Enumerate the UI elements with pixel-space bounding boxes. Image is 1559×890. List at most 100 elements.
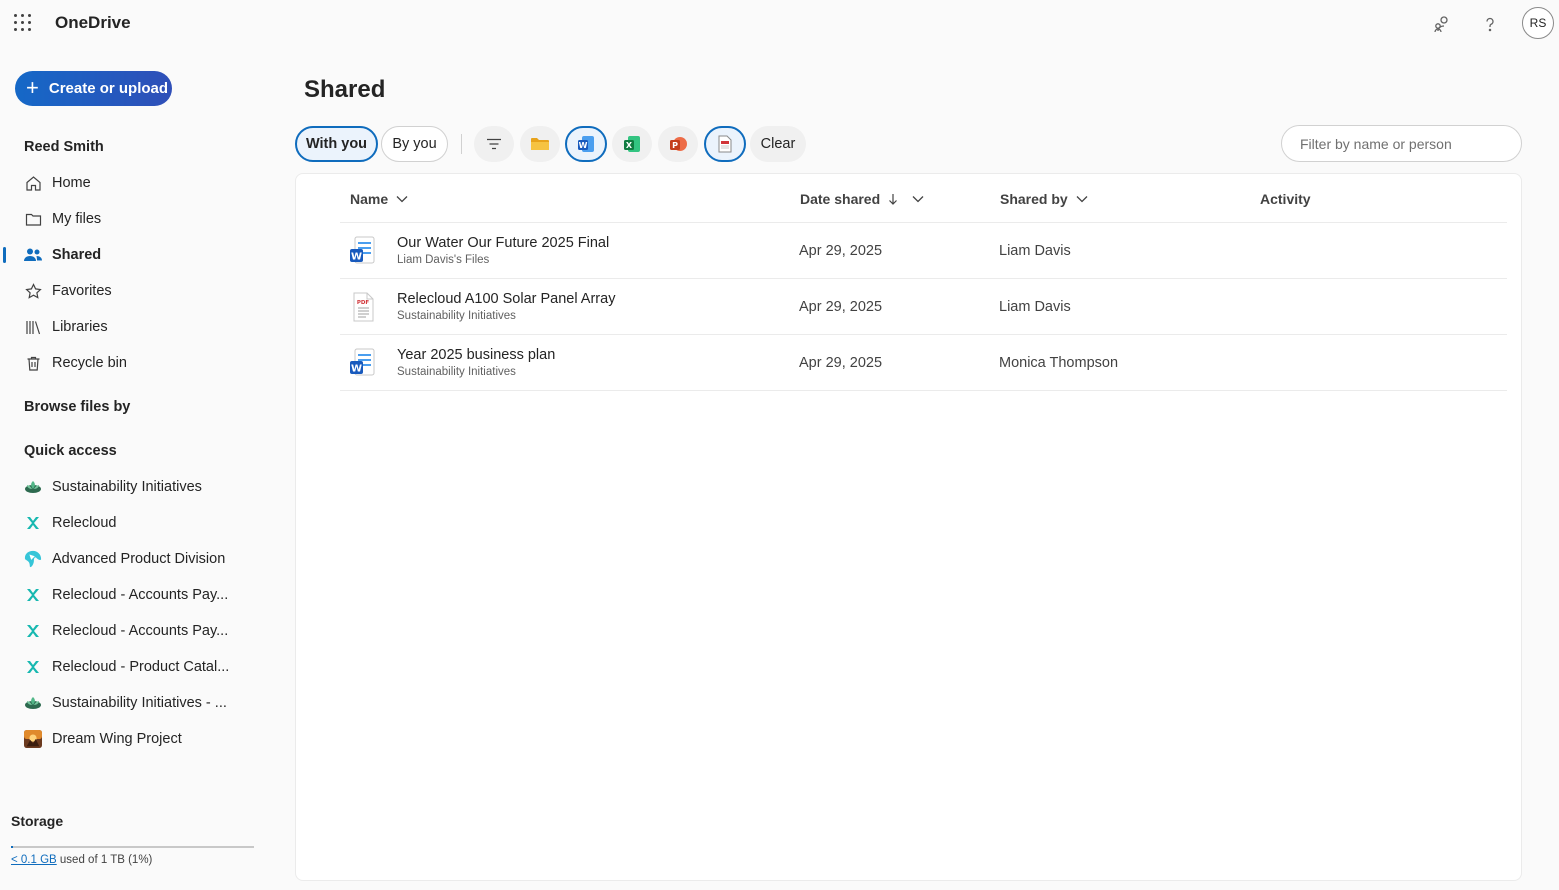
- table-row[interactable]: W Year 2025 business plan Sustainability…: [340, 335, 1507, 391]
- word-file-icon: W: [348, 235, 378, 267]
- quick-access-item[interactable]: Relecloud - Accounts Pay...: [0, 615, 270, 647]
- column-header-shared-by[interactable]: Shared by: [1000, 190, 1088, 208]
- create-or-upload-button[interactable]: + Create or upload: [15, 71, 172, 106]
- share-feedback-icon[interactable]: [1430, 12, 1454, 36]
- shared-by: Liam Davis: [999, 243, 1071, 259]
- quick-access-label: Sustainability Initiatives - ...: [52, 695, 227, 711]
- table-row[interactable]: W Our Water Our Future 2025 Final Liam D…: [340, 223, 1507, 279]
- sustainability-site-icon: [24, 478, 42, 496]
- quick-access-item[interactable]: Relecloud: [0, 507, 270, 539]
- svg-text:W: W: [351, 252, 362, 263]
- column-header-name[interactable]: Name: [350, 190, 408, 208]
- column-label: Activity: [1260, 191, 1311, 207]
- sidebar-item-my-files[interactable]: My files: [0, 203, 270, 235]
- shared-by: Monica Thompson: [999, 355, 1119, 371]
- word-type-icon[interactable]: W: [565, 126, 607, 162]
- home-icon: [24, 174, 42, 192]
- excel-type-icon[interactable]: X: [612, 126, 652, 162]
- quick-access-item[interactable]: Relecloud - Product Catal...: [0, 651, 270, 683]
- plus-icon: +: [26, 74, 39, 100]
- storage-used-suffix: used of 1 TB (1%): [56, 854, 153, 866]
- arrow-down-icon: [888, 193, 898, 205]
- toolbar-divider: [461, 134, 462, 154]
- file-name[interactable]: Relecloud A100 Solar Panel Array: [397, 291, 615, 307]
- clear-filters-button[interactable]: Clear: [750, 126, 806, 162]
- quick-access-label: Relecloud - Accounts Pay...: [52, 623, 229, 639]
- relecloud-site-icon: [24, 658, 42, 676]
- page-title: Shared: [304, 76, 386, 103]
- filter-search-input[interactable]: [1281, 125, 1522, 162]
- sidebar-item-favorites[interactable]: Favorites: [0, 275, 270, 307]
- product-division-site-icon: [24, 550, 42, 568]
- storage-progress-bar: [11, 846, 254, 848]
- svg-text:PDF: PDF: [357, 300, 370, 306]
- svg-text:X: X: [626, 141, 633, 150]
- user-name-heading: Reed Smith: [24, 139, 104, 155]
- chevron-down-icon: [396, 195, 408, 203]
- file-location: Liam Davis's Files: [397, 254, 490, 266]
- quick-access-item[interactable]: Sustainability Initiatives: [0, 471, 270, 503]
- pdf-type-icon[interactable]: [704, 126, 746, 162]
- quick-access-heading[interactable]: Quick access: [24, 443, 117, 459]
- quick-access-label: Sustainability Initiatives: [52, 479, 202, 495]
- column-label: Date shared: [800, 191, 881, 207]
- quick-access-item[interactable]: Relecloud - Accounts Pay...: [0, 579, 270, 611]
- column-header-date-shared[interactable]: Date shared: [800, 190, 924, 208]
- quick-access-label: Relecloud - Product Catal...: [52, 659, 230, 675]
- sidebar-item-shared[interactable]: Shared: [0, 239, 270, 271]
- sidebar-item-label: Libraries: [52, 319, 108, 335]
- svg-text:P: P: [672, 141, 678, 150]
- folder-icon: [24, 210, 42, 228]
- active-indicator: [3, 247, 6, 263]
- library-icon: [24, 318, 42, 336]
- tab-with-you[interactable]: With you: [295, 126, 378, 162]
- column-header-activity: Activity: [1260, 190, 1311, 208]
- quick-access-label: Relecloud - Accounts Pay...: [52, 587, 229, 603]
- star-icon: [24, 282, 42, 300]
- svg-text:W: W: [579, 141, 588, 150]
- trash-icon: [24, 354, 42, 372]
- top-bar: OneDrive RS: [0, 0, 1559, 46]
- quick-access-item[interactable]: Dream Wing Project: [0, 723, 270, 755]
- sidebar: + Create or upload Reed Smith Home My fi…: [0, 46, 280, 890]
- browse-files-heading[interactable]: Browse files by: [24, 399, 130, 415]
- table-row[interactable]: PDF Relecloud A100 Solar Panel Array Sus…: [340, 279, 1507, 335]
- relecloud-site-icon: [24, 622, 42, 640]
- storage-usage-text: < 0.1 GB used of 1 TB (1%): [11, 854, 152, 866]
- relecloud-site-icon: [24, 514, 42, 532]
- help-icon[interactable]: [1478, 12, 1502, 36]
- sustainability-site-icon: [24, 694, 42, 712]
- shared-by: Liam Davis: [999, 299, 1071, 315]
- file-name[interactable]: Our Water Our Future 2025 Final: [397, 235, 609, 251]
- filter-icon[interactable]: [474, 126, 514, 162]
- relecloud-site-icon: [24, 586, 42, 604]
- pdf-file-icon: PDF: [348, 291, 378, 323]
- file-name[interactable]: Year 2025 business plan: [397, 347, 555, 363]
- column-label: Shared by: [1000, 191, 1068, 207]
- quick-access-item[interactable]: Advanced Product Division: [0, 543, 270, 575]
- sidebar-item-libraries[interactable]: Libraries: [0, 311, 270, 343]
- avatar[interactable]: RS: [1522, 7, 1554, 39]
- quick-access-label: Dream Wing Project: [52, 731, 182, 747]
- sidebar-item-label: Recycle bin: [52, 355, 127, 371]
- svg-text:W: W: [351, 364, 362, 375]
- file-location: Sustainability Initiatives: [397, 366, 516, 378]
- file-location: Sustainability Initiatives: [397, 310, 516, 322]
- dream-wing-site-icon: [24, 730, 42, 748]
- people-icon: [24, 246, 42, 264]
- storage-heading: Storage: [11, 813, 64, 829]
- folder-type-icon[interactable]: [520, 126, 560, 162]
- app-name[interactable]: OneDrive: [55, 13, 131, 33]
- date-shared: Apr 29, 2025: [799, 299, 883, 315]
- tab-by-you[interactable]: By you: [381, 126, 448, 162]
- sidebar-item-home[interactable]: Home: [0, 167, 270, 199]
- date-shared: Apr 29, 2025: [799, 243, 883, 259]
- powerpoint-type-icon[interactable]: P: [658, 126, 698, 162]
- sidebar-item-label: My files: [52, 211, 102, 227]
- storage-used-link[interactable]: < 0.1 GB: [11, 854, 57, 866]
- column-label: Name: [350, 191, 389, 207]
- app-launcher-icon[interactable]: [14, 14, 32, 32]
- quick-access-item[interactable]: Sustainability Initiatives - ...: [0, 687, 270, 719]
- sidebar-item-recycle-bin[interactable]: Recycle bin: [0, 347, 270, 379]
- create-button-label: Create or upload: [48, 80, 169, 97]
